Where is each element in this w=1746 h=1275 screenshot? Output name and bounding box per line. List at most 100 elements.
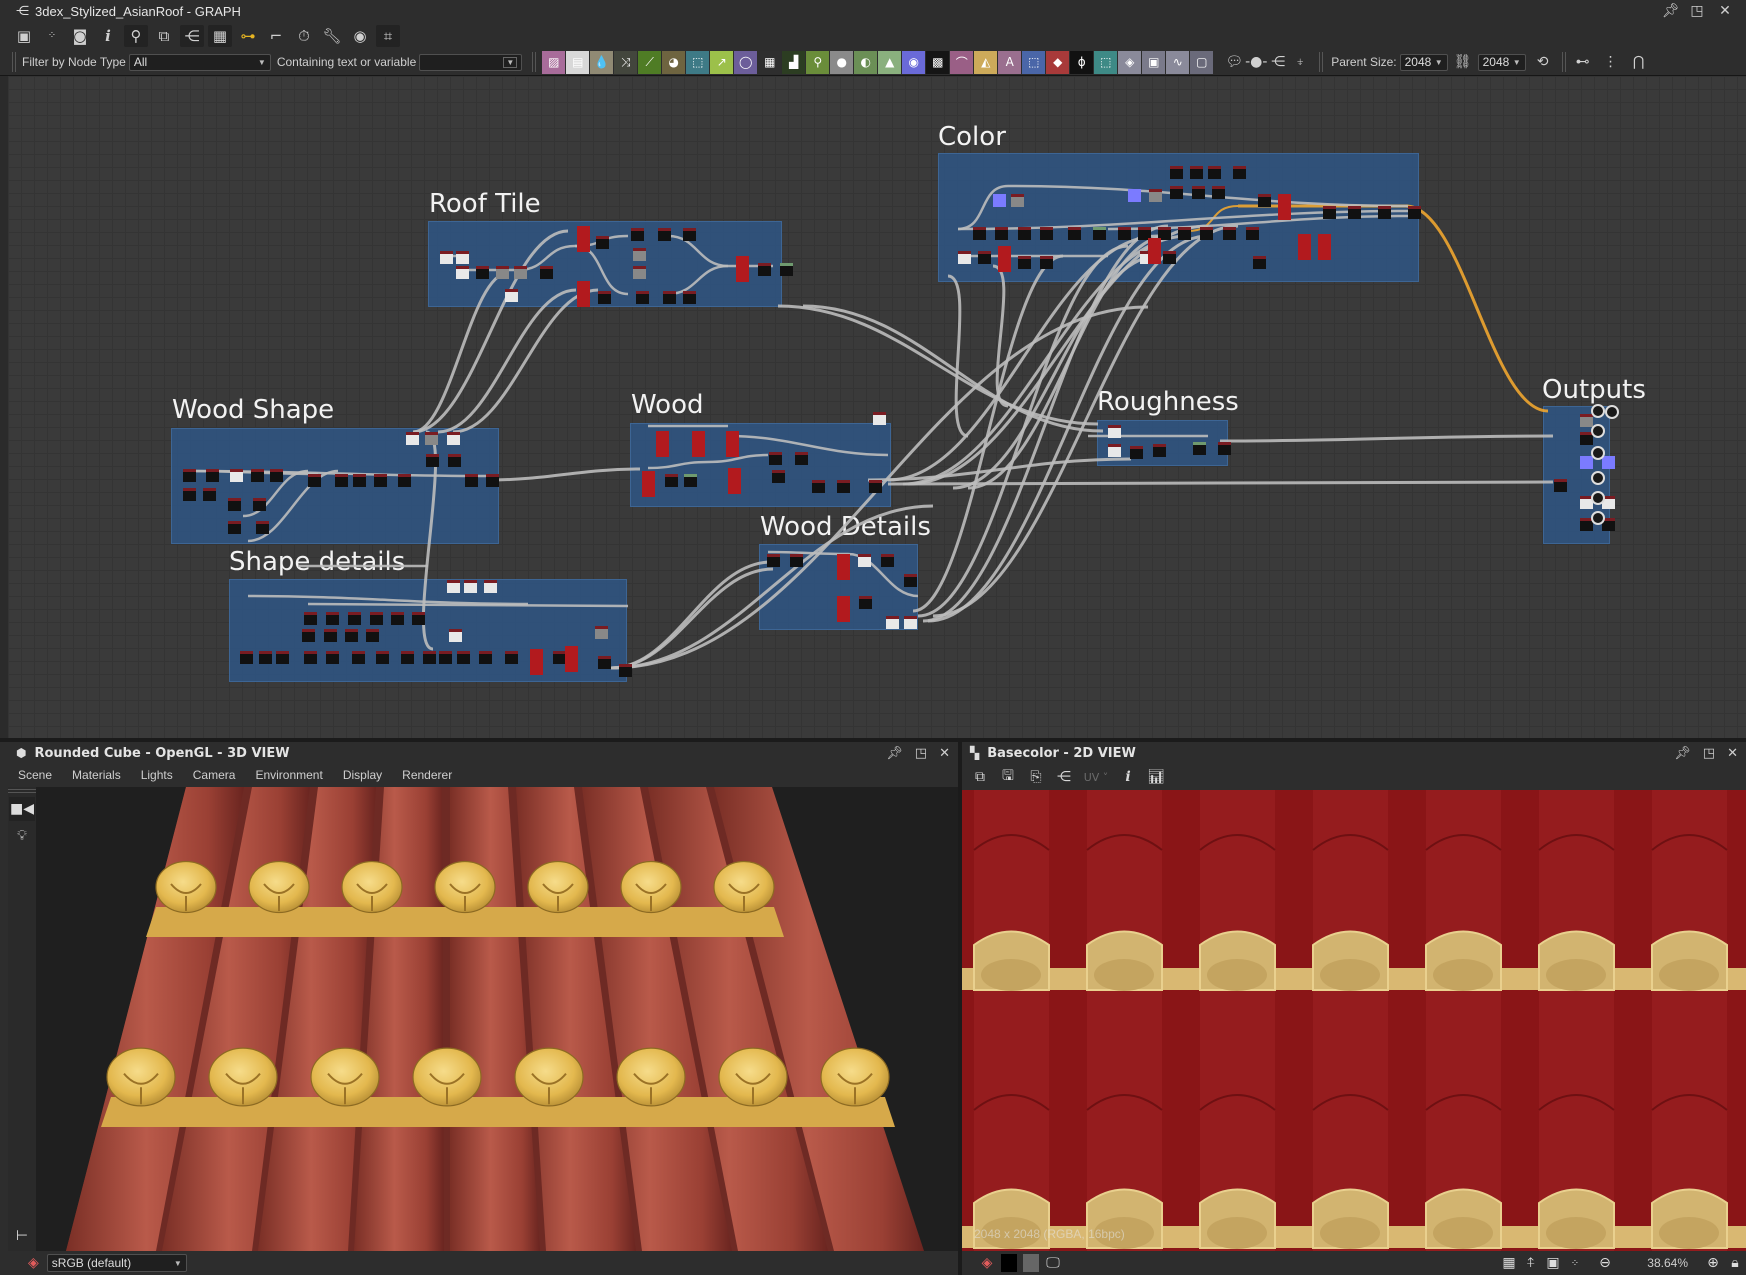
graph-node[interactable] <box>1208 166 1221 179</box>
pixel-picker-icon[interactable]: ⍏ <box>1520 1255 1542 1271</box>
graph-node[interactable] <box>812 480 825 493</box>
graph-node[interactable] <box>1108 444 1121 457</box>
align-vertical-icon[interactable]: ⋮ <box>1600 51 1622 73</box>
graph-node[interactable] <box>595 626 608 639</box>
graph-node[interactable] <box>1149 189 1162 202</box>
graph-node[interactable] <box>858 554 871 567</box>
graph-node[interactable] <box>1278 194 1291 220</box>
graph-outline-icon[interactable]: ⋲ <box>1267 51 1289 73</box>
graph-node[interactable] <box>1408 206 1421 219</box>
output-node-icon[interactable] <box>1605 405 1619 419</box>
graph-node[interactable] <box>183 469 196 482</box>
frame-node-button[interactable]: ▢ <box>1190 50 1214 74</box>
info-icon[interactable]: i <box>1118 769 1138 785</box>
timer-icon[interactable]: ⏱ <box>292 25 316 47</box>
graph-node[interactable] <box>1163 251 1176 264</box>
graph-node[interactable] <box>423 651 436 664</box>
uv-dropdown[interactable]: UV ˅ <box>1082 771 1110 784</box>
graph-node[interactable] <box>447 432 460 445</box>
graph-node[interactable] <box>440 251 453 264</box>
graph-node[interactable] <box>270 469 283 482</box>
graph-node[interactable] <box>663 291 676 304</box>
graph-node[interactable] <box>633 266 646 279</box>
reset-view-icon[interactable]: ⁘ <box>40 25 64 47</box>
graph-node[interactable] <box>577 226 590 252</box>
graph-node[interactable] <box>598 656 611 669</box>
graph-node[interactable] <box>692 431 705 457</box>
graph-node[interactable] <box>251 469 264 482</box>
scene-tree-icon[interactable]: ⊢ <box>9 1224 35 1248</box>
fx-map-node-button[interactable]: ⌒ <box>950 50 974 74</box>
graph-node[interactable] <box>206 469 219 482</box>
graph-node[interactable] <box>457 651 470 664</box>
dot-node-icon[interactable]: -●- <box>1245 51 1267 73</box>
close-icon[interactable]: ✕ <box>1727 746 1738 761</box>
graph-node[interactable] <box>465 474 478 487</box>
colorspace-layers-icon[interactable]: ◈ <box>28 1255 39 1271</box>
menu-renderer[interactable]: Renderer <box>392 768 462 782</box>
graph-node[interactable] <box>869 480 882 493</box>
blur-node-button[interactable]: ◯ <box>734 50 758 74</box>
graph-node[interactable] <box>1233 166 1246 179</box>
align-horizontal-icon[interactable]: ⊷ <box>1572 51 1594 73</box>
graph-node[interactable] <box>326 651 339 664</box>
transform-node-button[interactable]: ● <box>830 50 854 74</box>
graph-node[interactable] <box>366 629 379 642</box>
graph-node[interactable] <box>995 227 1008 240</box>
light-bulb-icon[interactable]: 💡︎ <box>9 824 35 848</box>
graph-node[interactable] <box>1218 442 1231 455</box>
input-node-button[interactable]: ◈ <box>1118 50 1142 74</box>
graph-node[interactable] <box>1602 456 1615 469</box>
graph-node[interactable] <box>479 651 492 664</box>
maximize-icon[interactable]: ◳ <box>1690 3 1704 19</box>
graph-node[interactable] <box>565 646 578 672</box>
graph-node[interactable] <box>837 480 850 493</box>
graph-node[interactable] <box>1318 234 1331 260</box>
histogram-node-button[interactable]: ▲ <box>878 50 902 74</box>
graph-node[interactable] <box>1323 206 1336 219</box>
graph-node[interactable] <box>958 251 971 264</box>
graph-node[interactable] <box>530 649 543 675</box>
graph-node[interactable] <box>1580 414 1593 427</box>
graph-node[interactable] <box>973 227 986 240</box>
graph-node[interactable] <box>486 474 499 487</box>
preview-icon[interactable]: ◉ <box>348 25 372 47</box>
graph-node[interactable] <box>230 469 243 482</box>
graph-node[interactable] <box>904 616 917 629</box>
tile-node-button[interactable]: ▦ <box>758 50 782 74</box>
graph-node[interactable] <box>1130 446 1143 459</box>
graph-node[interactable] <box>633 248 646 261</box>
graph-node[interactable] <box>904 574 917 587</box>
graph-node[interactable] <box>276 651 289 664</box>
pin-icon[interactable]: 📌︎ <box>1674 746 1691 761</box>
background-black-icon[interactable] <box>1001 1254 1017 1272</box>
graph-node[interactable] <box>1246 227 1259 240</box>
background-checker-icon[interactable] <box>1023 1254 1039 1272</box>
fill-node-button[interactable]: ◆ <box>1046 50 1070 74</box>
colorspace-select[interactable]: sRGB (default) ▼ <box>46 1254 187 1272</box>
graph-node[interactable] <box>256 521 269 534</box>
graph-node[interactable] <box>780 263 793 276</box>
maximize-icon[interactable]: ◳ <box>915 746 927 761</box>
color-display-icon[interactable]: 🖵︎ <box>1042 1255 1064 1271</box>
graph-node[interactable] <box>1580 456 1593 469</box>
graph-node[interactable] <box>1200 227 1213 240</box>
menu-scene[interactable]: Scene <box>8 768 62 782</box>
output-node-icon[interactable] <box>1591 424 1605 438</box>
graph-node[interactable] <box>1298 234 1311 260</box>
toolbar-grip[interactable] <box>532 52 537 72</box>
graph-node[interactable] <box>304 651 317 664</box>
graph-node[interactable] <box>253 498 266 511</box>
channels-layers-icon[interactable]: ◈ <box>976 1255 998 1271</box>
graph-node[interactable] <box>304 612 317 625</box>
graph-node[interactable] <box>505 289 518 302</box>
graph-node[interactable] <box>683 291 696 304</box>
graph-node[interactable] <box>412 612 425 625</box>
graph-node[interactable] <box>795 452 808 465</box>
graph-node[interactable] <box>203 488 216 501</box>
snap-magnet-icon[interactable]: ⋂ <box>1628 51 1650 73</box>
menu-lights[interactable]: Lights <box>131 768 183 782</box>
graph-node[interactable] <box>1018 256 1031 269</box>
close-icon[interactable]: ✕ <box>1718 3 1732 19</box>
reset-zoom-icon[interactable]: ⁘ <box>1564 1258 1586 1269</box>
